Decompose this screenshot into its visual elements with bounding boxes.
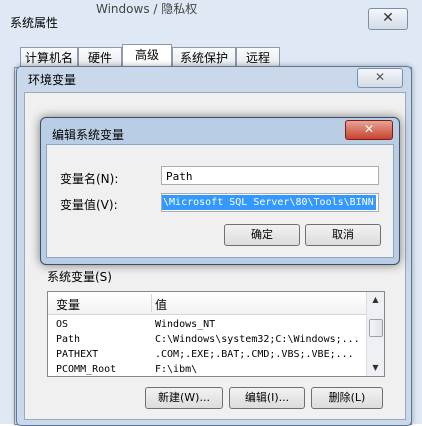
variable-value: C:\Windows\system32;C:\Windows;... xyxy=(155,334,360,345)
table-row[interactable]: PCOMM_Root F:\ibm\ xyxy=(48,362,366,376)
variable-value: Windows_NT xyxy=(155,319,216,330)
variable-name: Path xyxy=(56,334,81,345)
column-header-value[interactable]: 值 xyxy=(155,296,167,313)
background-window-title: Windows / 隐私权 xyxy=(96,2,198,16)
scroll-thumb[interactable] xyxy=(369,319,383,337)
tab-hardware[interactable]: 硬件 xyxy=(78,47,122,68)
variable-value-field[interactable]: ;\Microsoft SQL Server\80\Tools\BINN xyxy=(161,193,379,212)
table-row[interactable]: PATHEXT .COM;.EXE;.BAT;.CMD;.VBS;.VBE;..… xyxy=(48,347,366,362)
new-variable-button[interactable]: 新建(W)... xyxy=(145,387,223,409)
table-row[interactable]: Path C:\Windows\system32;C:\Windows;... xyxy=(48,332,366,347)
environment-variables-close-button[interactable]: ✕ xyxy=(357,68,403,88)
system-properties-title: 系统属性 xyxy=(10,16,59,30)
variable-value: .COM;.EXE;.BAT;.CMD;.VBS;.VBE;... xyxy=(155,349,354,360)
cancel-button[interactable]: 取消 xyxy=(305,224,381,246)
delete-variable-button[interactable]: 删除(L) xyxy=(311,387,383,409)
scroll-up-arrow-icon[interactable]: ▲ xyxy=(367,294,384,306)
edit-dialog-close-button[interactable]: ✕ xyxy=(345,120,393,140)
list-header: 变量 值 xyxy=(48,292,366,315)
tab-system-protection[interactable]: 系统保护 xyxy=(172,47,236,68)
column-divider[interactable] xyxy=(151,294,152,312)
ok-button[interactable]: 确定 xyxy=(224,224,300,246)
table-row[interactable]: OS Windows_NT xyxy=(48,317,366,332)
tab-remote[interactable]: 远程 xyxy=(236,47,280,68)
variable-name: PATHEXT xyxy=(56,349,99,360)
column-header-variable[interactable]: 变量 xyxy=(56,296,80,313)
variable-value-label: 变量值(V): xyxy=(60,198,118,212)
variable-name-label: 变量名(N): xyxy=(60,172,119,186)
system-variables-label: 系统变量(S) xyxy=(47,270,112,284)
variable-name-field[interactable]: Path xyxy=(161,166,379,185)
system-variables-list[interactable]: 变量 值 OS Windows_NT Path C:\Windows\syste… xyxy=(47,291,385,377)
system-properties-close-button[interactable]: ✕ xyxy=(368,8,408,30)
scroll-down-arrow-icon[interactable]: ▼ xyxy=(367,362,384,374)
edit-dialog-title: 编辑系统变量 xyxy=(52,128,125,142)
tab-computer-name[interactable]: 计算机名 xyxy=(20,47,78,68)
variable-name: OS xyxy=(56,319,69,330)
variable-name: PCOMM_Root xyxy=(56,364,117,375)
environment-variables-title: 环境变量 xyxy=(28,73,77,87)
edit-variable-button[interactable]: 编辑(I)... xyxy=(229,387,305,409)
vertical-scrollbar[interactable]: ▲ ▼ xyxy=(366,292,384,376)
selected-value-text: ;\Microsoft SQL Server\80\Tools\BINN xyxy=(162,195,376,210)
variable-value: F:\ibm\ xyxy=(155,364,198,375)
